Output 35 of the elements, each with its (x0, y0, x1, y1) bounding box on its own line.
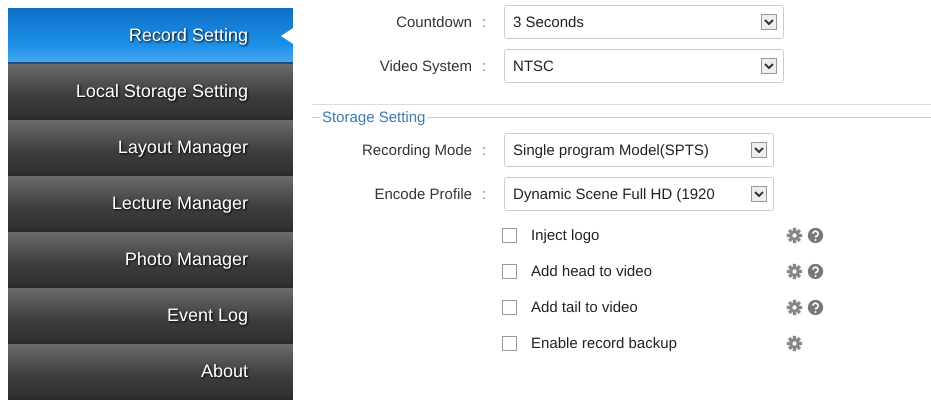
sidebar-item[interactable]: About (8, 344, 293, 400)
gear-icon[interactable] (786, 298, 803, 316)
field-label: Countdown (395, 14, 472, 30)
option-label: Add tail to video (531, 298, 639, 316)
checkbox[interactable] (502, 264, 517, 278)
field-label: Encode Profile (373, 186, 472, 202)
section-title: Storage Setting (321, 109, 426, 126)
label-colon: : (482, 14, 488, 30)
help-icon[interactable] (807, 262, 824, 280)
label-colon: : (482, 142, 488, 158)
checkbox[interactable] (502, 336, 517, 350)
sidebar-item[interactable]: Event Log (8, 288, 293, 344)
field-label: Video System (378, 58, 472, 74)
field-label: Recording Mode (360, 142, 472, 158)
option-label: Inject logo (531, 226, 600, 244)
sidebar-item[interactable]: Photo Manager (8, 232, 293, 288)
help-icon[interactable] (807, 226, 824, 244)
sidebar-item[interactable]: Lecture Manager (8, 176, 293, 232)
dropdown-select[interactable]: Dynamic Scene Full HD (1920 (504, 177, 774, 211)
sidebar-item[interactable]: Layout Manager (8, 120, 293, 176)
sidebar-item[interactable]: Local Storage Setting (8, 64, 293, 120)
label-colon: : (482, 186, 488, 202)
label-colon: : (482, 58, 488, 74)
sidebar-item[interactable]: Record Setting (8, 8, 293, 64)
option-label: Add head to video (531, 262, 653, 280)
checkbox[interactable] (502, 300, 517, 314)
gear-icon[interactable] (786, 262, 803, 280)
dropdown-select[interactable]: 3 Seconds (504, 5, 784, 39)
option-label: Enable record backup (531, 334, 678, 352)
dropdown-select[interactable]: Single program Model(SPTS) (504, 133, 774, 167)
gear-icon[interactable] (786, 226, 803, 244)
help-icon[interactable] (807, 298, 824, 316)
checkbox[interactable] (502, 228, 517, 242)
dropdown-select[interactable]: NTSC (504, 49, 784, 83)
gear-icon[interactable] (786, 334, 803, 352)
